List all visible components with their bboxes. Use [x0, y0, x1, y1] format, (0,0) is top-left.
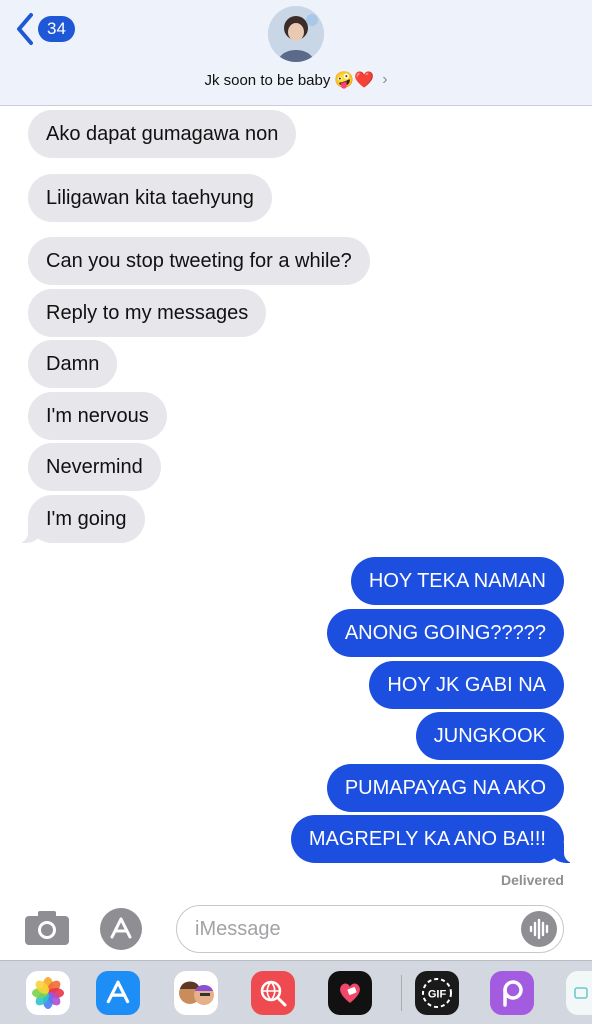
web-search-app-icon[interactable] — [251, 971, 295, 1015]
drawer-divider — [401, 975, 402, 1011]
photos-app-icon[interactable] — [26, 971, 70, 1015]
delivery-status: Delivered — [500, 872, 564, 888]
contact-name-button[interactable]: Jk soon to be baby 🤪❤️ › — [0, 70, 592, 90]
contact-emojis: 🤪❤️ — [334, 72, 375, 89]
outgoing-message[interactable]: HOY JK GABI NA — [369, 661, 564, 709]
message-thread[interactable]: Ako dapat gumagawa non Liligawan kita ta… — [0, 106, 592, 896]
gif-app-icon[interactable]: GIF — [415, 971, 459, 1015]
app-store-icon — [110, 917, 132, 939]
app-store-button[interactable] — [100, 908, 142, 950]
message-input-placeholder: iMessage — [195, 917, 281, 940]
outgoing-message[interactable]: HOY TEKA NAMAN — [350, 557, 564, 605]
camera-icon[interactable] — [24, 910, 70, 946]
outgoing-message[interactable]: ANONG GOING????? — [326, 609, 564, 657]
back-button[interactable]: 34 — [14, 12, 75, 46]
heart-app-icon[interactable] — [328, 971, 372, 1015]
outgoing-message[interactable]: PUMAPAYAG NA AKO — [326, 764, 564, 812]
conversation-header: 34 Jk soon to be baby 🤪❤️ › — [0, 0, 592, 106]
picsart-app-icon[interactable] — [490, 971, 534, 1015]
incoming-message[interactable]: I'm going — [18, 495, 145, 543]
incoming-message[interactable]: Ako dapat gumagawa non — [28, 110, 297, 158]
app-drawer: GIF — [0, 960, 592, 1024]
avatar-photo — [268, 6, 324, 62]
audio-message-button[interactable] — [521, 911, 557, 947]
outgoing-message[interactable]: MAGREPLY KA ANO BA!!! — [290, 815, 575, 863]
incoming-message[interactable]: Nevermind — [28, 443, 161, 491]
app-store-app-icon[interactable] — [96, 971, 140, 1015]
composer-bar: iMessage — [0, 896, 592, 960]
audio-waveform-icon — [529, 918, 549, 940]
incoming-message[interactable]: Damn — [28, 340, 118, 388]
contact-name: Jk soon to be baby — [204, 71, 331, 89]
svg-text:GIF: GIF — [428, 989, 447, 1001]
incoming-message[interactable]: Can you stop tweeting for a while? — [28, 237, 370, 285]
memoji-app-icon[interactable] — [174, 971, 218, 1015]
message-input[interactable]: iMessage — [176, 905, 564, 953]
outgoing-message[interactable]: JUNGKOOK — [415, 712, 564, 760]
partial-app-icon[interactable] — [566, 971, 592, 1015]
incoming-message[interactable]: I'm nervous — [28, 392, 167, 440]
incoming-message[interactable]: Reply to my messages — [28, 289, 267, 337]
contact-avatar[interactable] — [268, 6, 324, 62]
chevron-left-icon — [17, 13, 33, 45]
incoming-message[interactable]: Liligawan kita taehyung — [28, 174, 272, 222]
unread-count-badge: 34 — [38, 16, 75, 42]
chevron-right-icon: › — [382, 71, 388, 88]
